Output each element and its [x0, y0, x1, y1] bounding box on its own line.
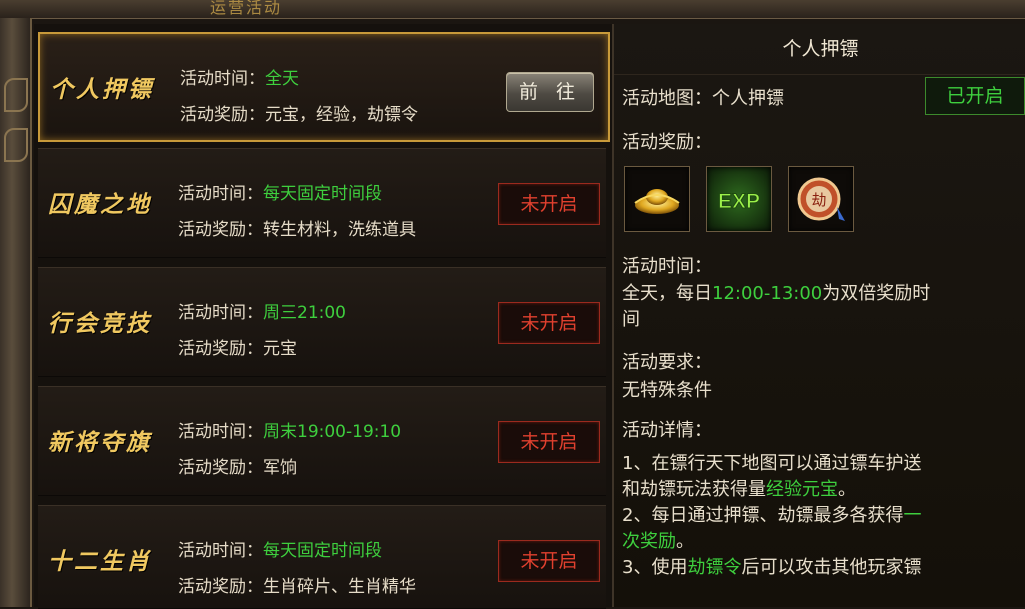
activity-time-line: 活动时间：周三21:00: [178, 298, 346, 323]
not-open-button[interactable]: 未开启: [498, 540, 600, 582]
map-label: 活动地图：: [622, 88, 712, 109]
activity-name: 行会竞技: [48, 310, 152, 337]
activity-reward-value: 军饷: [263, 458, 297, 478]
ornament-icon: [4, 78, 28, 112]
details-text: 1、在镖行天下地图可以通过镖车护送 和劫镖玩法获得量经验元宝。 2、每日通过押镖…: [622, 451, 1017, 581]
ornament-icon: [4, 128, 28, 162]
window-title-fragment: 运营活动: [210, 0, 283, 17]
detail-1a: 1、在镖行天下地图可以通过镖车护送: [622, 453, 922, 474]
activity-reward-value: 生肖碎片、生肖精华: [263, 577, 416, 597]
double-reward-time: 12:00-13:00: [712, 283, 823, 304]
activity-row-guild-arena[interactable]: 行会竞技 活动时间：周三21:00 活动奖励：元宝 未开启: [38, 267, 606, 377]
status-badge: 已开启: [925, 77, 1025, 115]
time-label: 活动时间：: [178, 303, 263, 323]
activity-reward-value: 元宝: [263, 339, 297, 359]
activity-row-demon-land[interactable]: 囚魔之地 活动时间：每天固定时间段 活动奖励：转生材料，洗练道具 未开启: [38, 148, 606, 258]
activity-name: 新将夺旗: [48, 429, 152, 456]
activity-row-escort[interactable]: 个人押镖 活动时间：全天 活动奖励：元宝，经验，劫镖令 前 往: [38, 32, 610, 142]
time-suffix: 为双倍奖励时: [822, 283, 931, 304]
activity-time-line: 活动时间：周末19:00-19:10: [178, 417, 401, 442]
activity-name: 十二生肖: [48, 548, 152, 575]
requirement-value: 无特殊条件: [622, 380, 712, 401]
activity-time-line: 活动时间：每天固定时间段: [178, 179, 382, 204]
activity-name: 个人押镖: [50, 76, 154, 103]
time-label: 活动时间：: [178, 184, 263, 204]
detail-title: 个人押镖: [614, 24, 1025, 75]
token-glyph: 劫: [811, 191, 826, 209]
activity-list: 个人押镖 活动时间：全天 活动奖励：元宝，经验，劫镖令 前 往 囚魔之地 活动时…: [34, 24, 612, 609]
reward-heading: 活动奖励：: [622, 132, 712, 153]
window-top-frame: 运营活动: [0, 0, 1025, 19]
reward-label: 活动奖励：: [180, 105, 265, 125]
go-button[interactable]: 前 往: [506, 72, 594, 112]
robbery-token-icon[interactable]: 劫: [788, 166, 854, 232]
detail-2-highlight1: 一: [903, 505, 922, 526]
activity-reward-line: 活动奖励：生肖碎片、生肖精华: [178, 572, 416, 597]
not-open-button[interactable]: 未开启: [498, 421, 600, 463]
requirement-heading: 活动要求：: [622, 352, 712, 373]
detail-2-highlight2: 次奖励: [622, 531, 676, 552]
exp-icon[interactable]: EXP: [706, 166, 772, 232]
activity-reward-value: 元宝，经验，劫镖令: [265, 105, 418, 125]
time-description: 全天，每日12:00-13:00为双倍奖励时 间: [622, 281, 1017, 333]
gold-ingot-icon[interactable]: [624, 166, 690, 232]
activity-time-value: 每天固定时间段: [263, 541, 382, 561]
time-label: 活动时间：: [180, 69, 265, 89]
reward-label: 活动奖励：: [178, 577, 263, 597]
time-label: 活动时间：: [178, 541, 263, 561]
detail-3b: 后可以攻击其他玩家镖: [741, 557, 922, 578]
time-line2: 间: [622, 309, 640, 330]
map-line: 活动地图：个人押镖: [622, 84, 784, 110]
activity-reward-line: 活动奖励：转生材料，洗练道具: [178, 215, 416, 240]
activity-detail-panel: 个人押镖 活动地图：个人押镖 已开启 活动奖励： EXP 劫 活动时间： 全天，…: [612, 24, 1025, 607]
time-label: 活动时间：: [178, 422, 263, 442]
reward-label: 活动奖励：: [178, 458, 263, 478]
activity-row-zodiac[interactable]: 十二生肖 活动时间：每天固定时间段 活动奖励：生肖碎片、生肖精华 未开启: [38, 505, 606, 609]
not-open-button[interactable]: 未开启: [498, 183, 600, 225]
detail-2a: 2、每日通过押镖、劫镖最多各获得: [622, 505, 904, 526]
not-open-button[interactable]: 未开启: [498, 302, 600, 344]
reward-label: 活动奖励：: [178, 220, 263, 240]
activity-reward-value: 转生材料，洗练道具: [263, 220, 416, 240]
detail-2-end: 。: [676, 531, 694, 552]
activity-reward-line: 活动奖励：元宝: [178, 334, 297, 359]
activity-time-value: 每天固定时间段: [263, 184, 382, 204]
map-value: 个人押镖: [712, 88, 784, 109]
activity-time-line: 活动时间：全天: [180, 64, 299, 89]
detail-3a: 3、使用: [622, 557, 688, 578]
activity-row-flag-capture[interactable]: 新将夺旗 活动时间：周末19:00-19:10 活动奖励：军饷 未开启: [38, 386, 606, 496]
time-prefix: 全天，每日: [622, 283, 712, 304]
detail-1b: 和劫镖玩法获得量: [622, 479, 766, 500]
activity-reward-line: 活动奖励：军饷: [178, 453, 297, 478]
reward-label: 活动奖励：: [178, 339, 263, 359]
time-heading: 活动时间：: [622, 256, 712, 277]
detail-3-highlight: 劫镖令: [687, 557, 742, 578]
activity-name: 囚魔之地: [48, 191, 152, 218]
activity-time-value: 全天: [265, 69, 299, 89]
activity-reward-line: 活动奖励：元宝，经验，劫镖令: [180, 100, 418, 125]
left-ornate-frame: [0, 18, 32, 607]
activity-time-value: 周三21:00: [263, 303, 346, 323]
exp-icon-text: EXP: [718, 190, 760, 213]
activity-time-line: 活动时间：每天固定时间段: [178, 536, 382, 561]
activity-time-value: 周末19:00-19:10: [263, 422, 402, 442]
detail-1-end: 。: [838, 479, 856, 500]
details-heading: 活动详情：: [622, 420, 712, 441]
detail-1-highlight: 经验元宝: [766, 479, 838, 500]
